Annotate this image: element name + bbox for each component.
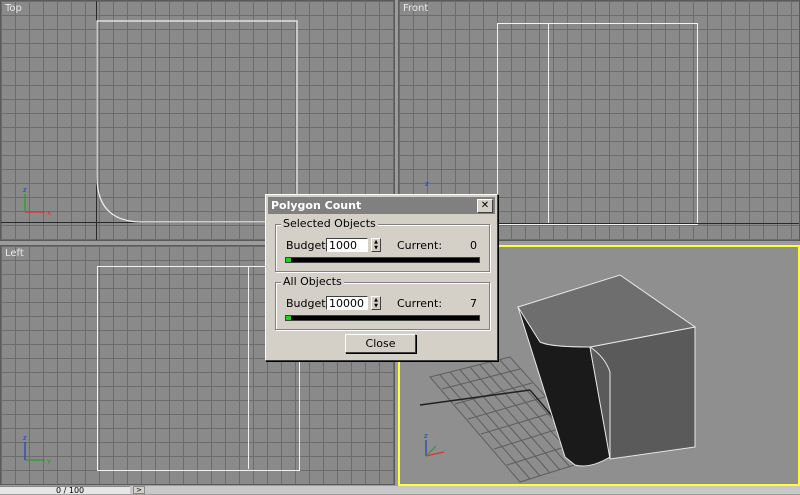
selected-budget-input[interactable]: 1000 [326, 238, 368, 252]
axis-gizmo: z y [15, 430, 55, 470]
spinner-down-icon[interactable]: ▼ [374, 303, 378, 309]
time-slider[interactable]: 0 / 100 [0, 486, 130, 495]
group-label: Selected Objects [281, 217, 378, 230]
progress-fill [286, 316, 291, 320]
dialog-titlebar[interactable]: Polygon Count ✕ [268, 197, 495, 214]
viewport-label[interactable]: Front [403, 3, 428, 14]
all-objects-group: All Objects Budget: 10000 ▲ ▼ Current: 7 [275, 275, 490, 330]
budget-spinner[interactable]: ▲ ▼ [371, 238, 381, 252]
svg-text:z: z [424, 432, 428, 440]
object-outline [497, 23, 698, 225]
viewport-label[interactable]: Left [5, 248, 24, 259]
svg-text:z: z [23, 434, 27, 442]
svg-text:x: x [47, 209, 51, 217]
budget-label: Budget: [286, 238, 330, 252]
axis-gizmo: z x [15, 182, 55, 222]
spinner-down-icon[interactable]: ▼ [374, 245, 378, 251]
group-label: All Objects [281, 275, 344, 288]
svg-text:z: z [23, 186, 27, 194]
object-edge-line [248, 266, 249, 469]
selected-current-value: 0 [470, 238, 477, 252]
close-button[interactable]: Close [345, 334, 416, 353]
all-progress-bar [285, 315, 480, 321]
svg-text:z: z [425, 180, 429, 188]
all-budget-input[interactable]: 10000 [326, 296, 368, 310]
selected-objects-group: Selected Objects Budget: 1000 ▲ ▼ Curren… [275, 217, 490, 272]
time-slider-next-button[interactable]: > [133, 486, 145, 494]
object-edge-line [548, 23, 549, 223]
selected-progress-bar [285, 257, 480, 263]
budget-label: Budget: [286, 296, 330, 310]
axis-gizmo: z [414, 428, 454, 468]
polygon-count-dialog: Polygon Count ✕ Selected Objects Budget:… [265, 194, 498, 361]
current-label: Current: [397, 238, 443, 252]
close-icon[interactable]: ✕ [477, 198, 493, 213]
budget-spinner[interactable]: ▲ ▼ [371, 296, 381, 310]
progress-fill [286, 258, 291, 262]
all-current-value: 7 [470, 296, 477, 310]
dialog-title: Polygon Count [271, 199, 362, 212]
svg-text:y: y [47, 457, 51, 465]
current-label: Current: [397, 296, 443, 310]
